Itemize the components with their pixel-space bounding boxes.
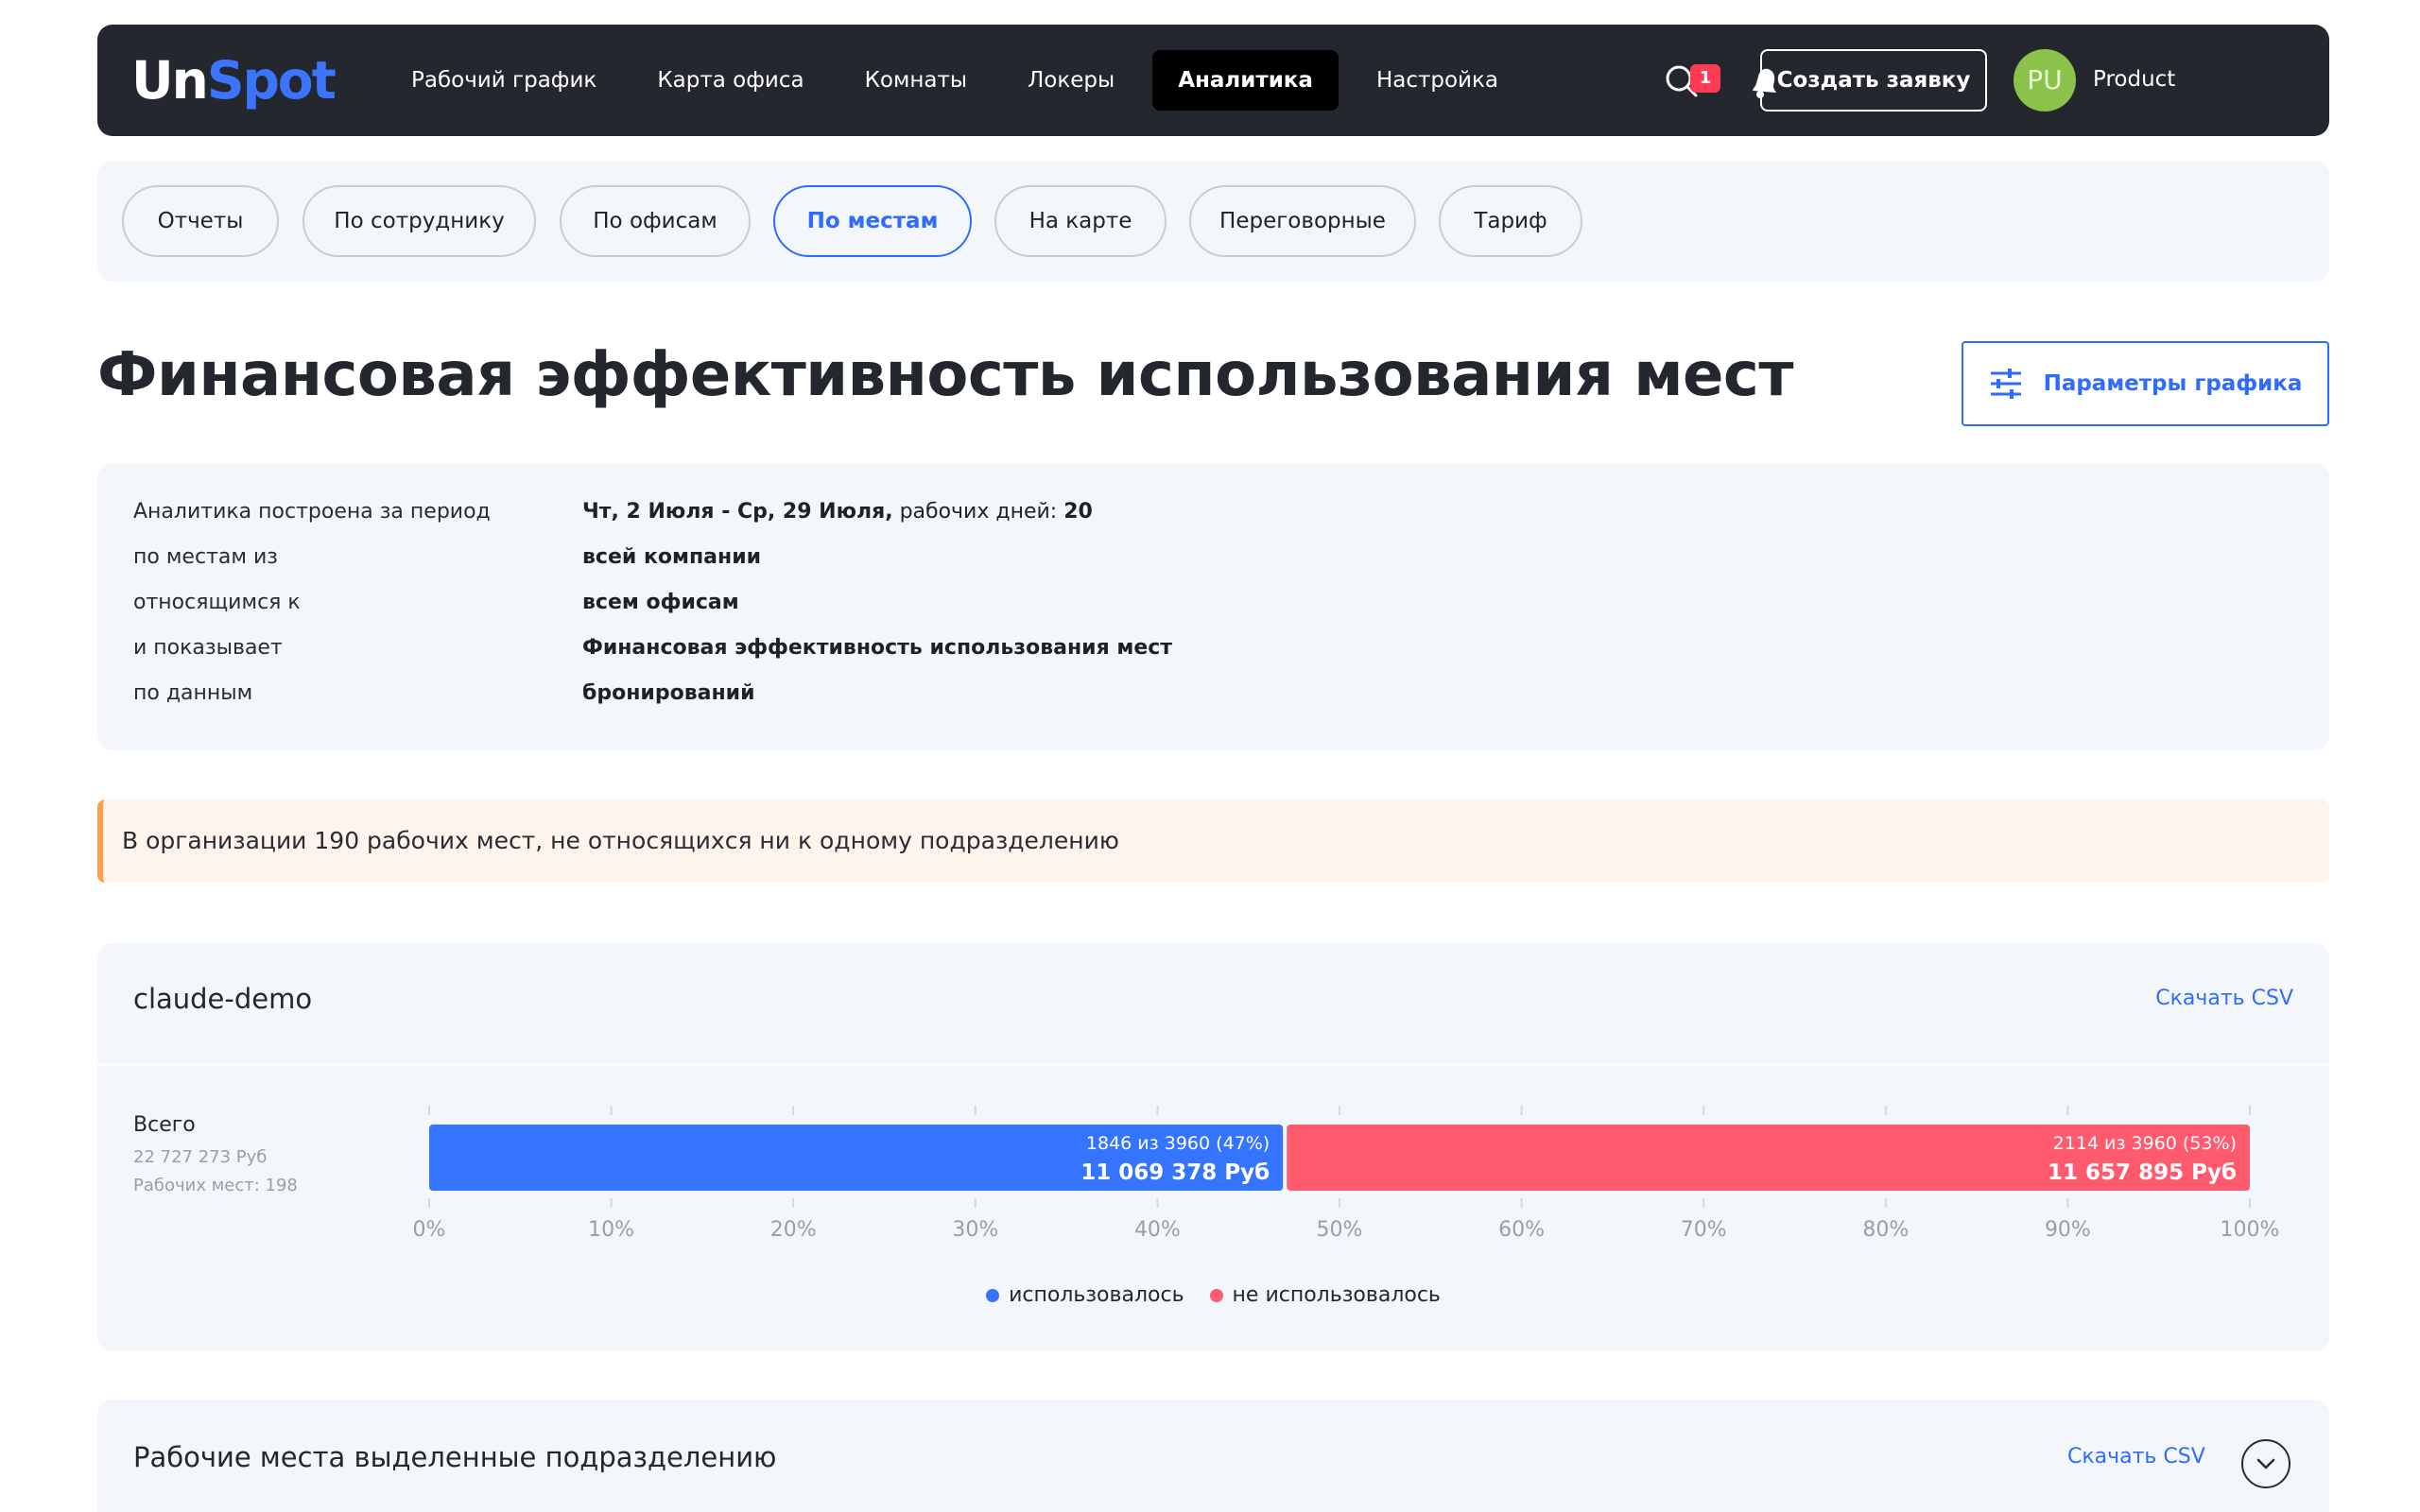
info-value: Чт, 2 Июля - Ср, 29 Июля, рабочих дней: …: [582, 500, 1093, 524]
bar-label-count: 1846 из 3960 (47%): [1086, 1133, 1270, 1154]
info-label: относящимся к: [133, 591, 301, 614]
x-tick-label: 60%: [1498, 1218, 1545, 1242]
nav-item-settings[interactable]: Настройка: [1346, 50, 1529, 111]
legend-item-used[interactable]: использовалось: [986, 1283, 1184, 1307]
department-seats-card: Рабочие места выделенные подразделению С…: [97, 1400, 2329, 1512]
info-label: по местам из: [133, 545, 278, 569]
x-tick-label: 40%: [1134, 1218, 1181, 1242]
nav-item-work-schedule[interactable]: Рабочий график: [381, 50, 627, 111]
legend-dot-unused: [1209, 1288, 1223, 1302]
page-title: Финансовая эффективность использования м…: [97, 340, 1793, 410]
logo-part-un: Un: [131, 50, 209, 111]
analytics-summary: Аналитика построена за период Чт, 2 Июля…: [97, 463, 2329, 750]
tab-meeting-rooms[interactable]: Переговорные: [1189, 185, 1416, 257]
bar-label-amount: 11 657 895 Руб: [2048, 1160, 2237, 1185]
chart-params-label: Параметры графика: [2043, 371, 2303, 396]
legend-label-used: использовалось: [1009, 1283, 1184, 1307]
warning-banner: В организации 190 рабочих мест, не относ…: [97, 799, 2329, 883]
top-navigation-bar: UnSpot Рабочий график Карта офиса Комнат…: [97, 25, 2329, 136]
info-value: Финансовая эффективность использования м…: [582, 636, 1173, 660]
x-tick-label: 10%: [588, 1218, 634, 1242]
tab-by-employee[interactable]: По сотруднику: [302, 185, 536, 257]
x-tick-label: 20%: [770, 1218, 817, 1242]
tab-by-seats[interactable]: По местам: [773, 185, 972, 257]
info-label: Аналитика построена за период: [133, 500, 491, 524]
info-value: всей компании: [582, 545, 762, 569]
chart-legend: использовалось не использовалось: [97, 1283, 2329, 1308]
tab-reports[interactable]: Отчеты: [122, 185, 279, 257]
chevron-down-icon: [2256, 1458, 2275, 1469]
sliders-icon: [1990, 369, 2021, 399]
avatar[interactable]: PU: [2014, 49, 2076, 112]
tab-by-offices[interactable]: По офисам: [560, 185, 751, 257]
legend-dot-used: [986, 1288, 1000, 1302]
nav-item-rooms[interactable]: Комнаты: [835, 50, 997, 111]
bar-label-count: 2114 из 3960 (53%): [2053, 1133, 2237, 1154]
nav-item-analytics[interactable]: Аналитика: [1152, 50, 1339, 111]
legend-label-unused: не использовалось: [1232, 1283, 1441, 1307]
user-name[interactable]: Product: [2093, 62, 2175, 96]
main-nav: Рабочий график Карта офиса Комнаты Локер…: [381, 50, 1529, 111]
create-request-button[interactable]: Создать заявку: [1760, 49, 1987, 112]
unspot-logo[interactable]: UnSpot: [131, 47, 337, 113]
info-label: и показывает: [133, 636, 283, 660]
info-value: бронирований: [582, 681, 755, 705]
x-tick-label: 70%: [1681, 1218, 1727, 1242]
tab-on-map[interactable]: На карте: [994, 185, 1167, 257]
nav-item-lockers[interactable]: Локеры: [997, 50, 1145, 111]
x-tick-label: 50%: [1317, 1218, 1363, 1242]
x-tick-label: 80%: [1862, 1218, 1909, 1242]
notifications-badge: 1: [1690, 64, 1720, 93]
info-label: по данным: [133, 681, 253, 705]
chart-card: claude-demo Скачать CSV Всего 22 727 273…: [97, 943, 2329, 1351]
analytics-subtabs: Отчеты По сотруднику По офисам По местам…: [97, 161, 2329, 282]
x-tick-label: 0%: [413, 1218, 446, 1242]
tab-tariff[interactable]: Тариф: [1439, 185, 1582, 257]
download-csv-link-2[interactable]: Скачать CSV: [2067, 1445, 2205, 1469]
department-seats-title: Рабочие места выделенные подразделению: [133, 1441, 777, 1473]
expand-button[interactable]: [2241, 1439, 2290, 1488]
legend-item-unused[interactable]: не использовалось: [1209, 1283, 1441, 1307]
x-tick-label: 90%: [2045, 1218, 2091, 1242]
page: UnSpot Рабочий график Карта офиса Комнат…: [0, 0, 2420, 1512]
x-tick-label: 100%: [2221, 1218, 2280, 1242]
chart-params-button[interactable]: Параметры графика: [1962, 341, 2329, 426]
info-value: всем офисам: [582, 591, 739, 614]
bar-label-amount: 11 069 378 Руб: [1080, 1160, 1270, 1185]
x-tick-label: 30%: [952, 1218, 998, 1242]
logo-part-spot: Spot: [206, 50, 337, 111]
nav-item-office-map[interactable]: Карта офиса: [627, 50, 834, 111]
stacked-bar-chart: 0% 10% 20% 30% 40% 50% 60% 70% 80% 90% 100% 1846 из…: [413, 1106, 2280, 1242]
